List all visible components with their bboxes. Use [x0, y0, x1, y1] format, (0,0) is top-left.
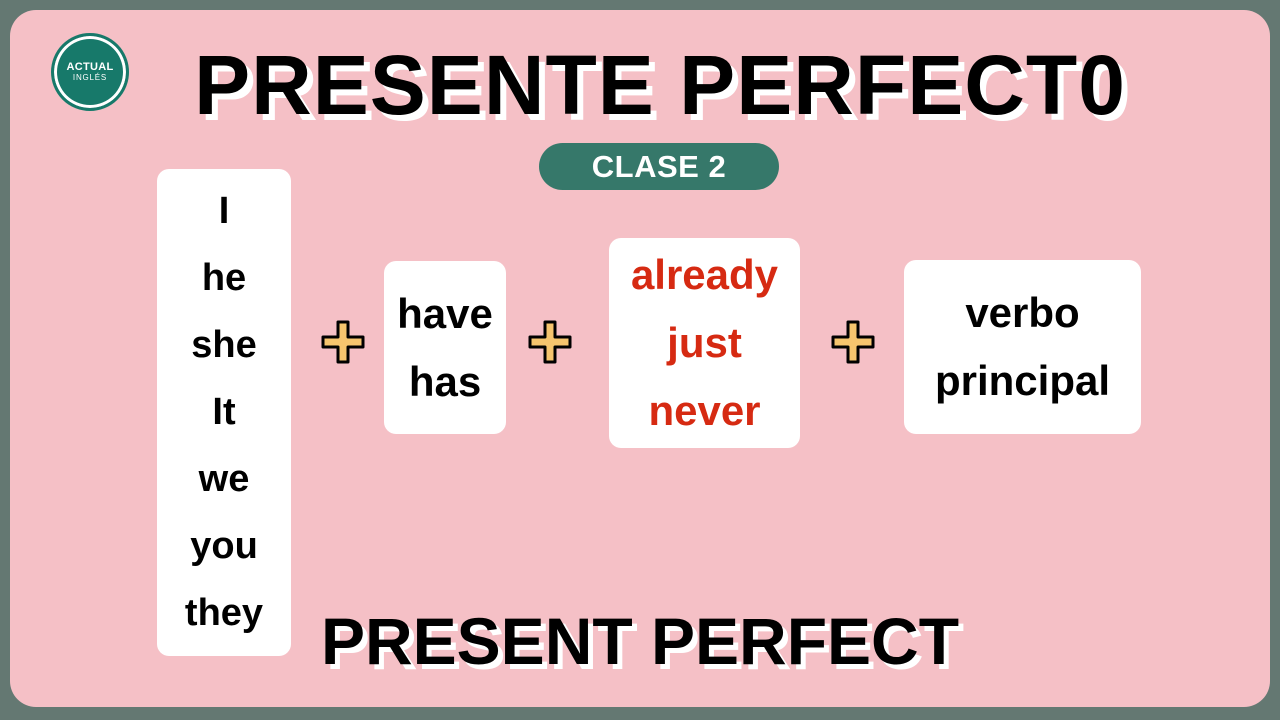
plus-icon	[526, 318, 574, 366]
plus-icon	[829, 318, 877, 366]
class-badge: CLASE 2	[539, 143, 779, 190]
pronoun-i: I	[218, 190, 230, 232]
adverbs-box: already just never	[609, 238, 800, 448]
pronoun-you: you	[190, 525, 258, 567]
pronoun-he: he	[201, 257, 247, 299]
logo-line-2: INGLÉS	[72, 73, 108, 82]
aux-has: has	[408, 357, 482, 405]
main-verb-box: verbo principal	[904, 260, 1141, 434]
adverb-already: already	[630, 251, 779, 298]
actual-ingles-logo: ACTUAL INGLÉS	[51, 33, 129, 111]
plus-icon	[319, 318, 367, 366]
aux-have: have	[397, 289, 493, 337]
pronouns-box: I he she It we you they	[157, 169, 291, 656]
verb-word-1: verbo	[965, 289, 1080, 336]
bottom-title: PRESENT PERFECT	[320, 604, 960, 678]
verb-word-2: principal	[934, 357, 1111, 404]
adverb-never: never	[648, 387, 761, 434]
auxiliary-box: have has	[384, 261, 506, 434]
pronoun-it: It	[212, 391, 236, 433]
pronoun-she: she	[191, 324, 257, 366]
logo-line-1: ACTUAL	[66, 61, 114, 73]
adverb-just: just	[667, 319, 742, 366]
pronoun-they: they	[184, 592, 264, 634]
pronoun-we: we	[198, 458, 250, 500]
page-title: PRESENTE PERFECT0	[194, 38, 1126, 132]
